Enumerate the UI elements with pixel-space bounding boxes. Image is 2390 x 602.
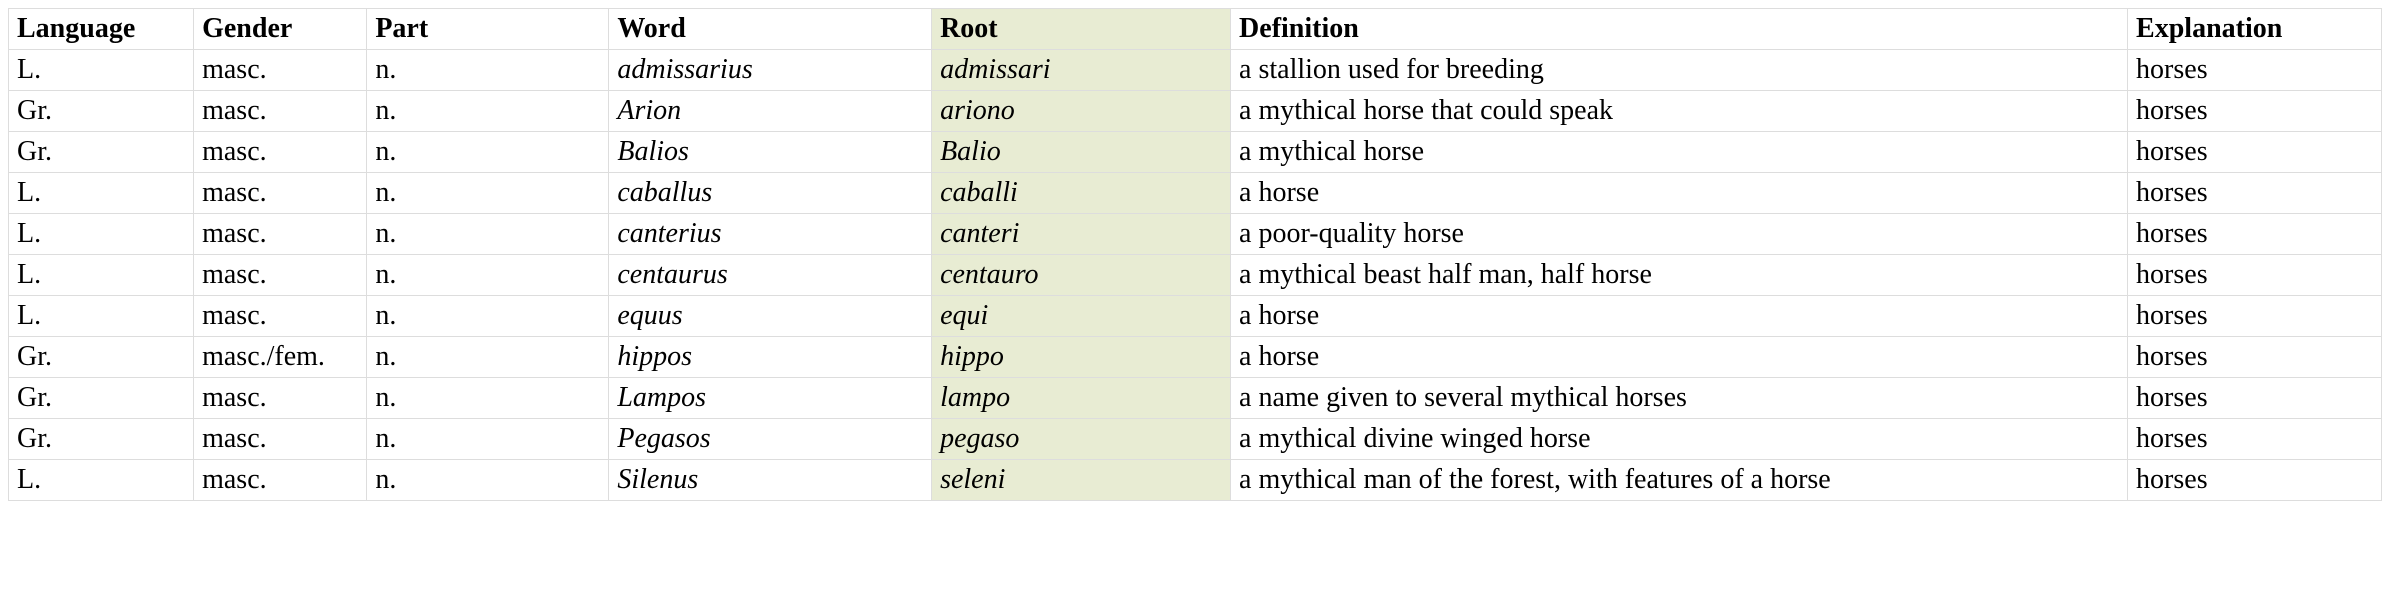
cell-gender: masc.	[194, 173, 367, 214]
cell-root: admissari	[932, 50, 1231, 91]
table-row: L.masc.n.Silenusselenia mythical man of …	[9, 460, 2382, 501]
col-header-root: Root	[932, 9, 1231, 50]
cell-definition: a mythical beast half man, half horse	[1231, 255, 2128, 296]
cell-language: Gr.	[9, 91, 194, 132]
cell-word: equus	[609, 296, 932, 337]
table-body: L.masc.n.admissariusadmissaria stallion …	[9, 50, 2382, 501]
cell-gender: masc.	[194, 132, 367, 173]
table-row: L.masc.n.admissariusadmissaria stallion …	[9, 50, 2382, 91]
cell-word: caballus	[609, 173, 932, 214]
cell-explanation: horses	[2128, 91, 2382, 132]
col-header-part: Part	[367, 9, 609, 50]
cell-language: Gr.	[9, 337, 194, 378]
cell-explanation: horses	[2128, 173, 2382, 214]
cell-root: ariono	[932, 91, 1231, 132]
cell-root: lampo	[932, 378, 1231, 419]
cell-gender: masc.	[194, 460, 367, 501]
cell-language: L.	[9, 173, 194, 214]
col-header-gender: Gender	[194, 9, 367, 50]
cell-part: n.	[367, 173, 609, 214]
cell-definition: a name given to several mythical horses	[1231, 378, 2128, 419]
cell-language: L.	[9, 255, 194, 296]
cell-root: equi	[932, 296, 1231, 337]
cell-explanation: horses	[2128, 132, 2382, 173]
cell-definition: a mythical man of the forest, with featu…	[1231, 460, 2128, 501]
cell-root: centauro	[932, 255, 1231, 296]
table-row: Gr.masc.n.Pegasospegasoa mythical divine…	[9, 419, 2382, 460]
cell-explanation: horses	[2128, 50, 2382, 91]
cell-definition: a mythical horse	[1231, 132, 2128, 173]
cell-explanation: horses	[2128, 337, 2382, 378]
table-row: Gr.masc.n.Lamposlampoa name given to sev…	[9, 378, 2382, 419]
table-row: Gr.masc./fem.n.hipposhippoa horsehorses	[9, 337, 2382, 378]
cell-part: n.	[367, 296, 609, 337]
cell-word: Pegasos	[609, 419, 932, 460]
cell-word: Silenus	[609, 460, 932, 501]
cell-word: admissarius	[609, 50, 932, 91]
table-row: L.masc.n.equusequia horsehorses	[9, 296, 2382, 337]
cell-explanation: horses	[2128, 255, 2382, 296]
cell-gender: masc.	[194, 255, 367, 296]
cell-word: Lampos	[609, 378, 932, 419]
cell-explanation: horses	[2128, 214, 2382, 255]
cell-word: Balios	[609, 132, 932, 173]
cell-part: n.	[367, 378, 609, 419]
cell-gender: masc.	[194, 50, 367, 91]
cell-language: Gr.	[9, 132, 194, 173]
cell-definition: a mythical horse that could speak	[1231, 91, 2128, 132]
cell-language: L.	[9, 50, 194, 91]
cell-definition: a poor-quality horse	[1231, 214, 2128, 255]
etymology-table: Language Gender Part Word Root Definitio…	[8, 8, 2382, 501]
cell-language: L.	[9, 214, 194, 255]
table-header: Language Gender Part Word Root Definitio…	[9, 9, 2382, 50]
cell-part: n.	[367, 419, 609, 460]
cell-word: centaurus	[609, 255, 932, 296]
cell-part: n.	[367, 132, 609, 173]
cell-language: L.	[9, 296, 194, 337]
cell-explanation: horses	[2128, 460, 2382, 501]
header-row: Language Gender Part Word Root Definitio…	[9, 9, 2382, 50]
cell-gender: masc.	[194, 419, 367, 460]
table-row: L.masc.n.centauruscentauroa mythical bea…	[9, 255, 2382, 296]
cell-root: seleni	[932, 460, 1231, 501]
cell-part: n.	[367, 214, 609, 255]
cell-gender: masc.	[194, 296, 367, 337]
cell-part: n.	[367, 337, 609, 378]
col-header-word: Word	[609, 9, 932, 50]
cell-language: Gr.	[9, 378, 194, 419]
cell-definition: a mythical divine winged horse	[1231, 419, 2128, 460]
cell-root: Balio	[932, 132, 1231, 173]
cell-root: canteri	[932, 214, 1231, 255]
cell-word: canterius	[609, 214, 932, 255]
col-header-explanation: Explanation	[2128, 9, 2382, 50]
table-row: Gr.masc.n.Arionarionoa mythical horse th…	[9, 91, 2382, 132]
cell-explanation: horses	[2128, 419, 2382, 460]
cell-explanation: horses	[2128, 296, 2382, 337]
cell-definition: a horse	[1231, 296, 2128, 337]
cell-definition: a horse	[1231, 173, 2128, 214]
table-row: L.masc.n.caballuscaballia horsehorses	[9, 173, 2382, 214]
cell-explanation: horses	[2128, 378, 2382, 419]
col-header-language: Language	[9, 9, 194, 50]
cell-gender: masc.	[194, 214, 367, 255]
table-row: L.masc.n.canteriuscanteria poor-quality …	[9, 214, 2382, 255]
cell-gender: masc.	[194, 91, 367, 132]
cell-part: n.	[367, 460, 609, 501]
cell-language: L.	[9, 460, 194, 501]
cell-part: n.	[367, 50, 609, 91]
cell-root: hippo	[932, 337, 1231, 378]
cell-language: Gr.	[9, 419, 194, 460]
col-header-definition: Definition	[1231, 9, 2128, 50]
table-row: Gr.masc.n.BaliosBalioa mythical horsehor…	[9, 132, 2382, 173]
cell-word: hippos	[609, 337, 932, 378]
cell-definition: a stallion used for breeding	[1231, 50, 2128, 91]
cell-root: pegaso	[932, 419, 1231, 460]
cell-root: caballi	[932, 173, 1231, 214]
cell-part: n.	[367, 255, 609, 296]
cell-gender: masc.	[194, 378, 367, 419]
cell-gender: masc./fem.	[194, 337, 367, 378]
cell-definition: a horse	[1231, 337, 2128, 378]
cell-word: Arion	[609, 91, 932, 132]
cell-part: n.	[367, 91, 609, 132]
